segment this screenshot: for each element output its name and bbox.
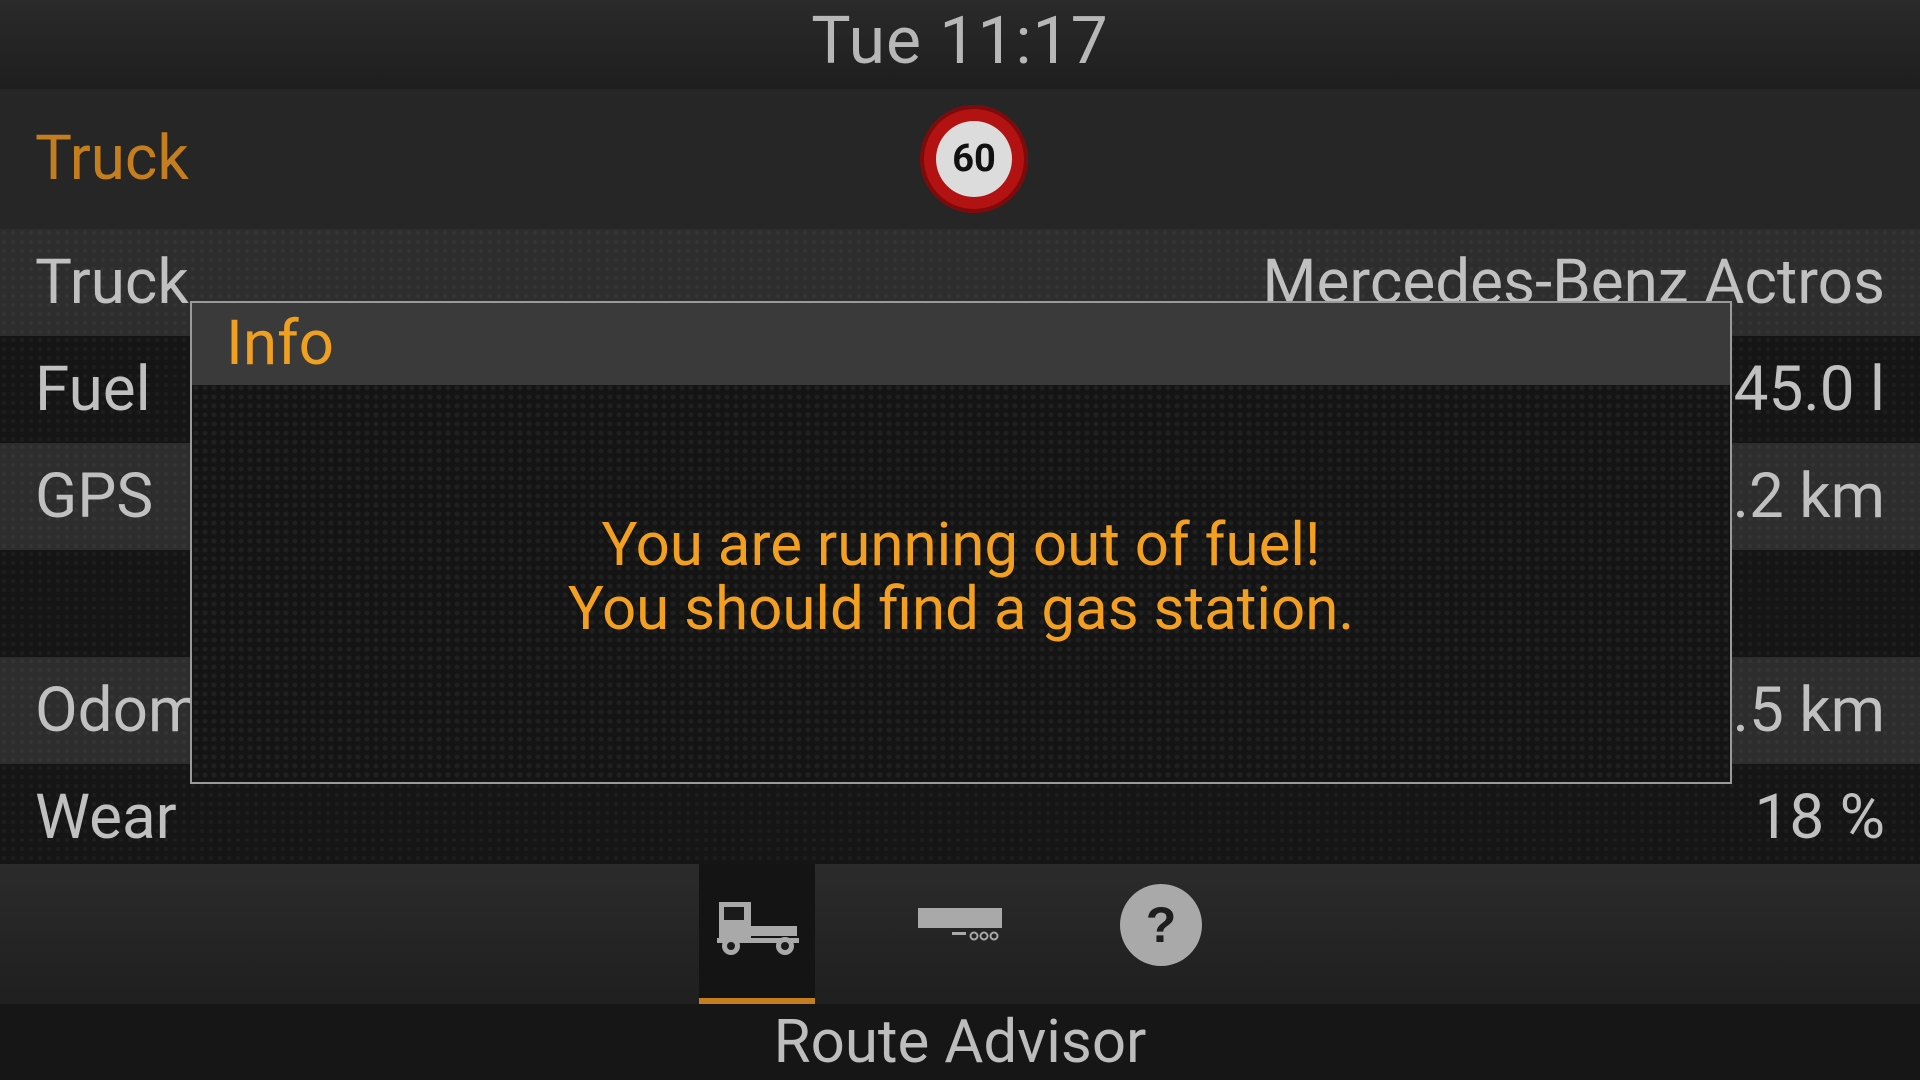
- tab-help[interactable]: ?: [1102, 864, 1218, 1004]
- row-label: Wear: [35, 781, 177, 854]
- truck-icon: [717, 902, 799, 955]
- row-value: 18 %: [1754, 781, 1885, 854]
- dialog-title: Info: [226, 307, 335, 380]
- section-title: Truck: [35, 122, 189, 195]
- row-label: Odom: [35, 674, 203, 747]
- header: Truck 60: [0, 89, 1920, 229]
- help-icon: ?: [1120, 884, 1202, 966]
- route-advisor-screen: Tue 11:17 Truck 60 Truck Mercedes-Benz A…: [0, 0, 1920, 1080]
- footer: Route Advisor: [0, 1004, 1920, 1080]
- clock: Tue 11:17: [811, 3, 1109, 80]
- info-dialog[interactable]: Info You are running out of fuel! You sh…: [190, 301, 1732, 784]
- trailer-icon: [918, 908, 1002, 941]
- bottom-nav: ?: [0, 864, 1920, 1004]
- footer-title: Route Advisor: [773, 1006, 1147, 1077]
- tab-trailer[interactable]: [902, 864, 1018, 1004]
- dialog-message-line: You are running out of fuel!: [601, 509, 1321, 580]
- row-label: GPS: [35, 460, 154, 533]
- row-value: .2 km: [1732, 460, 1885, 533]
- row-value: .5 km: [1732, 674, 1885, 747]
- tab-truck[interactable]: [699, 864, 815, 1004]
- row-label: Fuel: [35, 353, 151, 426]
- dialog-message-line: You should find a gas station.: [567, 573, 1355, 644]
- dialog-header: Info: [192, 303, 1730, 385]
- row-value: 45.0 l: [1733, 353, 1885, 426]
- status-bar: Tue 11:17: [0, 0, 1920, 89]
- dialog-message: You are running out of fuel! You should …: [192, 513, 1730, 641]
- speed-limit-sign: 60: [920, 105, 1028, 213]
- svg-text:?: ?: [1146, 897, 1177, 953]
- speed-limit-value: 60: [936, 121, 1012, 197]
- row-label: Truck: [35, 246, 189, 319]
